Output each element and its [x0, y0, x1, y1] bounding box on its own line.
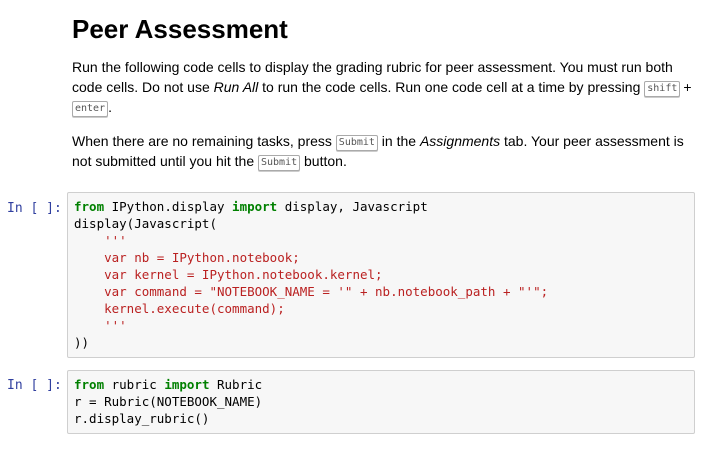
code-cell-1[interactable]: from IPython.display import display, Jav…: [67, 192, 695, 358]
instructions-period: .: [108, 99, 112, 115]
code-line: r.display_rubric(): [74, 411, 210, 426]
keyword-from: from: [74, 199, 105, 214]
instructions-text-2: to run the code cells. Run one code cell…: [258, 79, 645, 95]
instructions-paragraph: Run the following code cells to display …: [72, 57, 696, 117]
code-text: Rubric: [209, 377, 263, 392]
keyword-import: import: [232, 199, 278, 214]
code-string-line: kernel.execute(command);: [74, 301, 285, 316]
code-line: )): [74, 335, 90, 350]
code-string-line: ''': [74, 318, 127, 333]
keyword-from: from: [74, 377, 105, 392]
keyword-import: import: [164, 377, 210, 392]
shift-key-badge: shift: [644, 81, 681, 97]
code-string-line: var command = "NOTEBOOK_NAME = '" + nb.n…: [74, 284, 549, 299]
code-text: display, Javascript: [277, 199, 428, 214]
run-all-emphasis: Run All: [213, 79, 259, 95]
code-line: from IPython.display import display, Jav…: [74, 198, 694, 215]
enter-key-badge: enter: [72, 101, 109, 117]
code-line: r = Rubric(NOTEBOOK_NAME): [74, 394, 263, 409]
submit-text-1: When there are no remaining tasks, press: [72, 133, 336, 149]
plus-sign: +: [683, 79, 692, 95]
submit-text-2: in the: [377, 133, 420, 149]
code-cell-2[interactable]: from rubric import Rubric r = Rubric(NOT…: [67, 370, 695, 434]
submit-button-badge: Submit: [258, 155, 301, 171]
assignments-emphasis: Assignments: [419, 133, 501, 149]
submit-key-badge: Submit: [335, 135, 378, 151]
code-text: IPython.display: [104, 199, 233, 214]
submit-paragraph: When there are no remaining tasks, press…: [72, 131, 696, 171]
code-string-line: ''': [74, 233, 127, 248]
cell-2-prompt: In [ ]:: [7, 378, 62, 393]
code-line: from rubric import Rubric: [74, 376, 694, 393]
page-title: Peer Assessment: [72, 14, 288, 44]
submit-text-4: button.: [300, 153, 347, 169]
code-text: rubric: [104, 377, 165, 392]
code-string-line: var kernel = IPython.notebook.kernel;: [74, 267, 383, 282]
code-string-line: var nb = IPython.notebook;: [74, 250, 300, 265]
cell-1-prompt: In [ ]:: [7, 201, 62, 216]
code-line: display(Javascript(: [74, 216, 217, 231]
